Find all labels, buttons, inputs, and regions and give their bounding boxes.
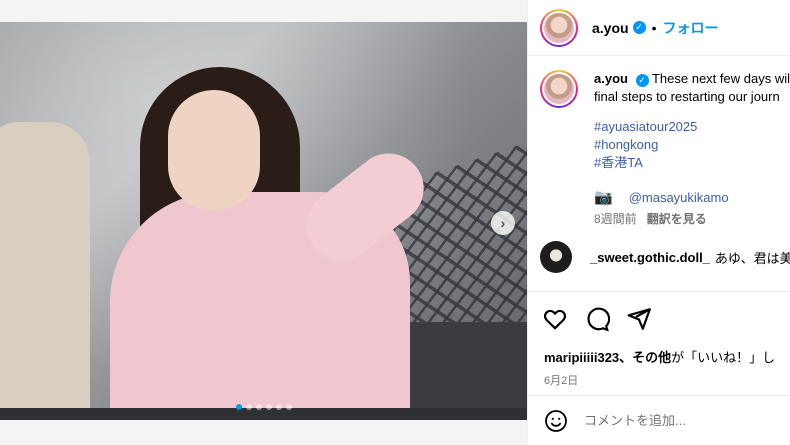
- caption-text: a.you ✓ These next few days wil final st…: [594, 70, 790, 108]
- post-side-panel: a.you ✓ • フォロー a.you ✓ These next few da…: [527, 0, 790, 445]
- carousel-dot: [275, 404, 282, 410]
- carousel-dot: [255, 404, 262, 410]
- carousel-dot: [265, 404, 272, 410]
- verified-badge-icon: ✓: [635, 73, 649, 87]
- header-username[interactable]: a.you: [592, 20, 629, 36]
- comment-item: _sweet.gothic.doll_ あゆ、君は美: [540, 241, 790, 273]
- hashtag-link[interactable]: #ayuasiatour2025: [594, 118, 790, 136]
- heart-icon[interactable]: [542, 306, 568, 332]
- liker-username[interactable]: maripiiiii323、: [544, 350, 632, 365]
- person-face: [168, 90, 260, 210]
- caption: a.you ✓ These next few days wil final st…: [540, 70, 790, 108]
- caption-username[interactable]: a.you: [594, 71, 628, 86]
- avatar[interactable]: [540, 8, 578, 47]
- carousel-dot: [235, 404, 242, 410]
- carousel-dots: [0, 404, 527, 410]
- likes-summary[interactable]: maripiiiii323、その他が「いいね！」し: [528, 347, 790, 366]
- post-date: 6月2日: [544, 375, 579, 387]
- caption-avatar[interactable]: [540, 70, 578, 108]
- comment-box: [528, 395, 790, 445]
- emoji-smile-icon[interactable]: [544, 409, 568, 433]
- commenter-avatar[interactable]: [540, 241, 572, 273]
- hashtag-link[interactable]: #香港TA: [594, 154, 790, 172]
- chevron-right-icon[interactable]: ›: [491, 211, 515, 235]
- hashtag-link[interactable]: #hongkong: [594, 136, 790, 154]
- follow-button[interactable]: フォロー: [662, 18, 718, 38]
- carousel-dot: [285, 404, 292, 410]
- likes-suffix: が「いいね！」し: [671, 350, 776, 365]
- camera-icon: 📷: [594, 189, 613, 206]
- comment-text: あゆ、君は美: [714, 250, 790, 266]
- post-media-area: ›: [0, 0, 527, 445]
- photo-credit: 📷 @masayukikamo: [594, 188, 790, 206]
- paper-plane-icon[interactable]: [626, 306, 652, 332]
- verified-badge-icon: ✓: [632, 21, 646, 34]
- post-photo[interactable]: [0, 22, 527, 420]
- hashtag-list: #ayuasiatour2025 #hongkong #香港TA: [594, 118, 790, 172]
- time-ago: 8週間前: [594, 212, 637, 226]
- header-separator: •: [651, 19, 657, 36]
- left-figure: [0, 122, 90, 420]
- post-header: a.you ✓ • フォロー: [528, 0, 790, 56]
- caption-meta: 8週間前 翻訳を見る: [594, 210, 790, 227]
- mention-link[interactable]: @masayukikamo: [629, 190, 729, 205]
- action-bar: [528, 291, 790, 353]
- carousel-dot: [245, 404, 252, 410]
- caption-line-1: These next few days wil: [651, 71, 790, 86]
- comment-input[interactable]: [584, 413, 784, 428]
- translate-button[interactable]: 翻訳を見る: [647, 210, 707, 227]
- commenter-username[interactable]: _sweet.gothic.doll_: [590, 250, 710, 265]
- comment-bubble-icon[interactable]: [584, 306, 610, 332]
- caption-line-2: final steps to restarting our journ: [594, 89, 780, 104]
- likes-others[interactable]: その他: [632, 350, 671, 365]
- comments-section: a.you ✓ These next few days wil final st…: [528, 56, 790, 291]
